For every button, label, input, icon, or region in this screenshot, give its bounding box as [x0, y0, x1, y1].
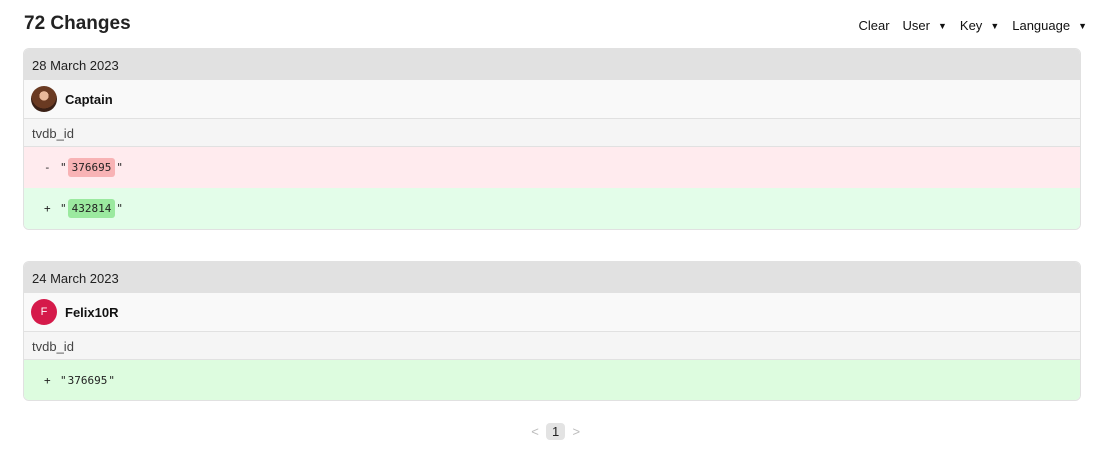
page-header: 72 Changes Clear User ▼ Key ▼ Language ▼ — [24, 12, 1087, 40]
caret-down-icon: ▼ — [990, 20, 1000, 31]
page-title: 72 Changes — [24, 13, 131, 34]
language-filter-label: Language — [1012, 18, 1071, 33]
caret-down-icon: ▼ — [937, 20, 947, 31]
plus-sign: + — [44, 202, 51, 215]
clear-label: Clear — [858, 18, 890, 33]
avatar[interactable] — [31, 86, 57, 112]
quote-close: " — [116, 161, 123, 174]
minus-sign: - — [44, 161, 51, 174]
change-key: tvdb_id — [24, 332, 1080, 360]
change-card: 24 March 2023 F Felix10R tvdb_id + " 376… — [23, 261, 1081, 401]
quote-close: " — [116, 202, 123, 215]
change-user-row: Captain — [24, 80, 1080, 119]
plus-sign: + — [44, 373, 51, 387]
prev-page-button[interactable]: < — [527, 424, 543, 439]
username-link[interactable]: Felix10R — [65, 305, 118, 320]
key-filter-dropdown[interactable]: Key ▼ — [960, 18, 999, 33]
language-filter-dropdown[interactable]: Language ▼ — [1012, 18, 1087, 33]
diff-removed-row: - " 376695 " — [24, 147, 1080, 188]
key-filter-label: Key — [959, 18, 983, 33]
added-value: 376695 — [67, 373, 108, 387]
user-filter-label: User — [902, 18, 930, 33]
pagination: < 1 > — [527, 423, 584, 440]
caret-down-icon: ▼ — [1078, 20, 1087, 31]
avatar-letter: F — [40, 306, 48, 318]
change-date: 28 March 2023 — [24, 49, 1080, 80]
diff-added-row: + " 376695 " — [24, 360, 1080, 400]
quote-open: " — [60, 202, 67, 215]
quote-open: " — [60, 161, 67, 174]
change-card: 28 March 2023 Captain tvdb_id - " 376695… — [23, 48, 1081, 230]
added-value: 432814 — [67, 199, 116, 218]
clear-filter-button[interactable]: Clear — [858, 18, 889, 33]
filter-bar: Clear User ▼ Key ▼ Language ▼ — [845, 18, 1087, 33]
diff-added-row: + " 432814 " — [24, 188, 1080, 229]
change-user-row: F Felix10R — [24, 293, 1080, 332]
avatar[interactable]: F — [31, 299, 57, 325]
username-link[interactable]: Captain — [65, 92, 113, 107]
quote-open: " — [60, 373, 67, 387]
user-filter-dropdown[interactable]: User ▼ — [903, 18, 947, 33]
page-1-button[interactable]: 1 — [546, 423, 566, 440]
removed-value: 376695 — [67, 158, 116, 177]
next-page-button[interactable]: > — [568, 424, 584, 439]
change-key: tvdb_id — [24, 119, 1080, 147]
quote-close: " — [108, 373, 115, 387]
change-date: 24 March 2023 — [24, 262, 1080, 293]
